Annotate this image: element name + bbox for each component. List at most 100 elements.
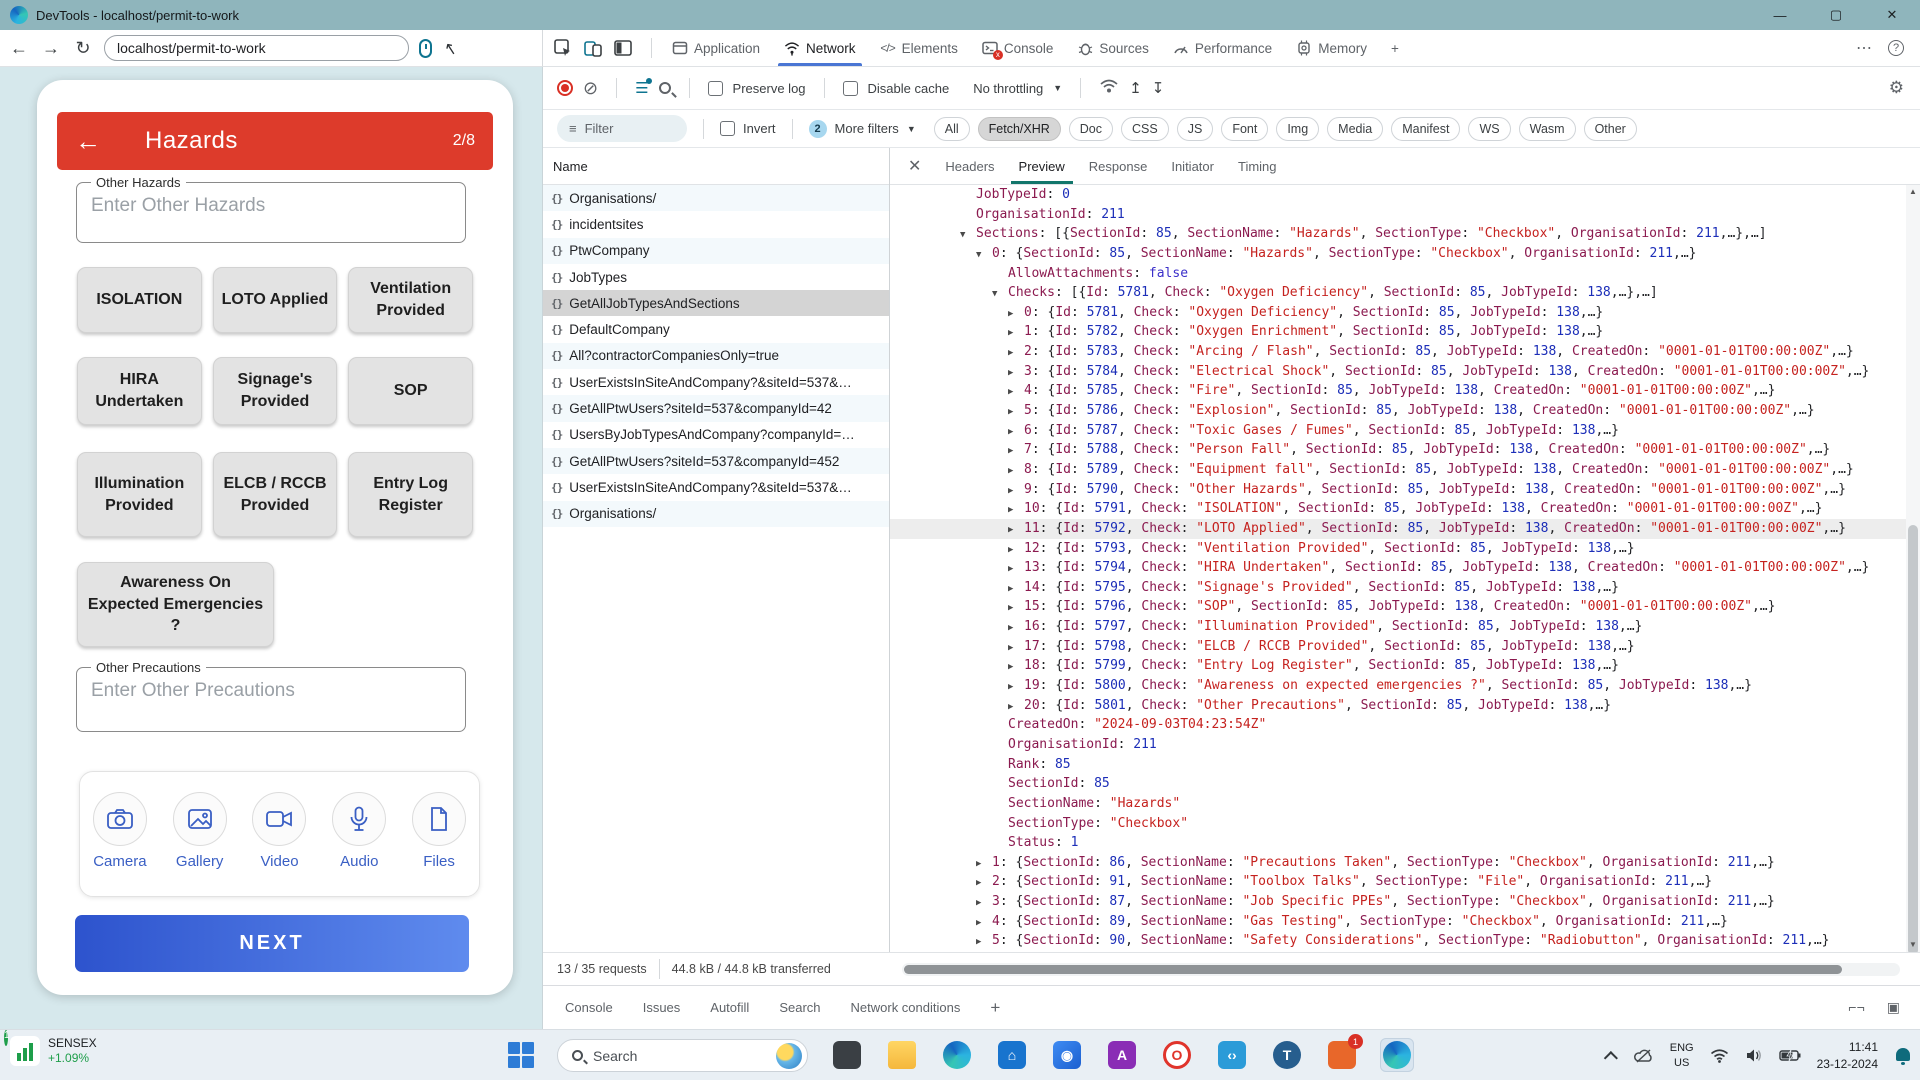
other-precautions-field[interactable]: Other Precautions Enter Other Precaution… (76, 667, 466, 732)
network-request-row[interactable]: {}Organisations/ (543, 501, 889, 527)
filter-chip-all[interactable]: All (934, 117, 970, 141)
app-icon-microsoft-store[interactable]: ⌂ (995, 1038, 1029, 1072)
drawer-tab-network-conditions[interactable]: Network conditions (851, 1000, 961, 1015)
json-line[interactable]: Rank: 85 (890, 755, 1906, 775)
network-request-row[interactable]: {}UsersByJobTypesAndCompany?companyId=… (543, 422, 889, 448)
network-request-row[interactable]: {}Organisations/ (543, 185, 889, 211)
tab-performance[interactable]: Performance (1161, 30, 1284, 66)
app-icon-edge-active[interactable] (1380, 1038, 1414, 1072)
network-request-row[interactable]: {}PtwCompany (543, 238, 889, 264)
json-line[interactable]: ▶19: {Id: 5800, Check: "Awareness on exp… (890, 676, 1906, 696)
tab-elements[interactable]: </>Elements (868, 30, 970, 66)
network-request-row[interactable]: {}DefaultCompany (543, 316, 889, 342)
back-icon[interactable]: ← (8, 38, 30, 59)
filter-chip-manifest[interactable]: Manifest (1391, 117, 1460, 141)
filter-chip-img[interactable]: Img (1276, 117, 1319, 141)
json-line[interactable]: ▶10: {Id: 5791, Check: "ISOLATION", Sect… (890, 499, 1906, 519)
vertical-scrollbar[interactable]: ▲ ▼ (1906, 185, 1920, 952)
filter-chip-css[interactable]: CSS (1121, 117, 1169, 141)
json-line[interactable]: ▶5: {Id: 5786, Check: "Explosion", Secti… (890, 401, 1906, 421)
json-line[interactable]: ▶17: {Id: 5798, Check: "ELCB / RCCB Prov… (890, 637, 1906, 657)
json-line[interactable]: SectionId: 85 (890, 774, 1906, 794)
json-line[interactable]: ▶4: {Id: 5785, Check: "Fire", SectionId:… (890, 381, 1906, 401)
wifi-icon[interactable] (1710, 1049, 1729, 1063)
touch-mode-icon[interactable] (442, 39, 458, 58)
filter-chip-wasm[interactable]: Wasm (1519, 117, 1576, 141)
chevron-down-icon[interactable]: ▼ (1053, 83, 1062, 93)
network-request-row[interactable]: {}GetAllPtwUsers?siteId=537&companyId=45… (543, 448, 889, 474)
json-line[interactable]: ▼Checks: [{Id: 5781, Check: "Oxygen Defi… (890, 283, 1906, 303)
horizontal-scrollbar[interactable] (902, 963, 1900, 976)
screencast-icon[interactable]: ▣ (1887, 999, 1900, 1016)
app-icon-opera[interactable]: O (1160, 1038, 1194, 1072)
tab-memory[interactable]: Memory (1284, 30, 1379, 66)
network-conditions-icon[interactable] (1099, 77, 1119, 100)
audio-button[interactable]: Audio (332, 792, 386, 870)
hazard-button[interactable]: Illumination Provided (77, 452, 202, 537)
disable-cache-checkbox[interactable] (843, 81, 858, 96)
network-request-row[interactable]: {}UserExistsInSiteAndCompany?&siteId=537… (543, 369, 889, 395)
search-highlight-icon[interactable] (776, 1043, 802, 1069)
video-button[interactable]: Video (252, 792, 306, 870)
app-icon-outlook[interactable]: 1 (1325, 1038, 1359, 1072)
throttling-select[interactable]: No throttling (973, 81, 1043, 96)
back-arrow-icon[interactable]: ← (75, 126, 101, 157)
json-line[interactable]: ▶2: {Id: 5783, Check: "Arcing / Flash", … (890, 342, 1906, 362)
json-line[interactable]: ▶7: {Id: 5788, Check: "Person Fall", Sec… (890, 440, 1906, 460)
hazard-button[interactable]: ISOLATION (77, 267, 202, 333)
tray-chevron-up-icon[interactable] (1604, 1051, 1618, 1065)
drawer-tab-autofill[interactable]: Autofill (710, 1000, 749, 1015)
clock[interactable]: 11:4123-12-2024 (1817, 1039, 1878, 1071)
json-line[interactable]: ▶14: {Id: 5795, Check: "Signage's Provid… (890, 578, 1906, 598)
json-line[interactable]: ▶4: {SectionId: 89, SectionName: "Gas Te… (890, 912, 1906, 932)
chevron-down-icon[interactable]: ▼ (907, 124, 916, 134)
json-line[interactable]: ▶1: {Id: 5782, Check: "Oxygen Enrichment… (890, 322, 1906, 342)
camera-button[interactable]: Camera (93, 792, 147, 870)
json-line[interactable]: ▶2: {SectionId: 91, SectionName: "Toolbo… (890, 872, 1906, 892)
app-icon-file-explorer[interactable] (885, 1038, 919, 1072)
network-request-row[interactable]: {}GetAllJobTypesAndSections (543, 290, 889, 316)
drawer-tab-console[interactable]: Console (565, 1000, 613, 1015)
add-drawer-tab-button[interactable]: + (990, 998, 1000, 1018)
reload-icon[interactable]: ↻ (72, 38, 94, 59)
hazard-button[interactable]: Signage's Provided (213, 357, 338, 425)
scrollbar-thumb[interactable] (904, 965, 1842, 974)
filter-input[interactable]: ≡ Filter (557, 115, 687, 142)
start-button[interactable] (508, 1042, 534, 1068)
network-request-row[interactable]: {}JobTypes (543, 264, 889, 290)
json-line[interactable]: ▶8: {Id: 5789, Check: "Equipment fall", … (890, 460, 1906, 480)
battery-icon[interactable] (1779, 1049, 1801, 1062)
mouse-mode-icon[interactable] (419, 39, 432, 58)
tab-network[interactable]: Network (772, 30, 868, 66)
preview-tab-response[interactable]: Response (1077, 148, 1160, 184)
json-line[interactable]: ▶6: {Id: 5787, Check: "Toxic Gases / Fum… (890, 421, 1906, 441)
hazard-button[interactable]: Ventilation Provided (348, 267, 473, 333)
export-har-icon[interactable]: ↧ (1152, 79, 1165, 97)
url-bar[interactable]: localhost/permit-to-work (104, 35, 409, 61)
preview-tab-preview[interactable]: Preview (1007, 148, 1077, 184)
inspect-icon[interactable] (553, 38, 573, 58)
json-line[interactable]: Status: 1 (890, 833, 1906, 853)
json-line[interactable]: AllowAttachments: false (890, 264, 1906, 284)
record-icon[interactable] (557, 80, 573, 96)
filter-chip-fetchxhr[interactable]: Fetch/XHR (978, 117, 1061, 141)
preview-tab-timing[interactable]: Timing (1226, 148, 1289, 184)
name-column-header[interactable]: Name (543, 148, 889, 185)
json-line[interactable]: ▶13: {Id: 5794, Check: "HIRA Undertaken"… (890, 558, 1906, 578)
json-line[interactable]: ▶9: {Id: 5790, Check: "Other Hazards", S… (890, 480, 1906, 500)
scrollbar-thumb[interactable] (1908, 525, 1918, 952)
json-line[interactable]: ▶20: {Id: 5801, Check: "Other Precaution… (890, 696, 1906, 716)
filter-chip-ws[interactable]: WS (1468, 117, 1510, 141)
preview-tab-headers[interactable]: Headers (933, 148, 1006, 184)
add-tab-button[interactable]: + (1379, 30, 1411, 66)
dock-icon[interactable]: ⌐¬ (1848, 999, 1864, 1016)
invert-checkbox[interactable] (720, 121, 735, 136)
volume-icon[interactable] (1745, 1048, 1763, 1063)
json-line[interactable]: ▶12: {Id: 5793, Check: "Ventilation Prov… (890, 539, 1906, 559)
network-request-row[interactable]: {}GetAllPtwUsers?siteId=537&companyId=42 (543, 395, 889, 421)
json-line[interactable]: ▶16: {Id: 5797, Check: "Illumination Pro… (890, 617, 1906, 637)
json-line[interactable]: SectionName: "Hazards" (890, 794, 1906, 814)
maximize-button[interactable]: ▢ (1808, 0, 1864, 30)
search-icon[interactable] (659, 82, 671, 94)
json-line[interactable]: ▼Sections: [{SectionId: 85, SectionName:… (890, 224, 1906, 244)
